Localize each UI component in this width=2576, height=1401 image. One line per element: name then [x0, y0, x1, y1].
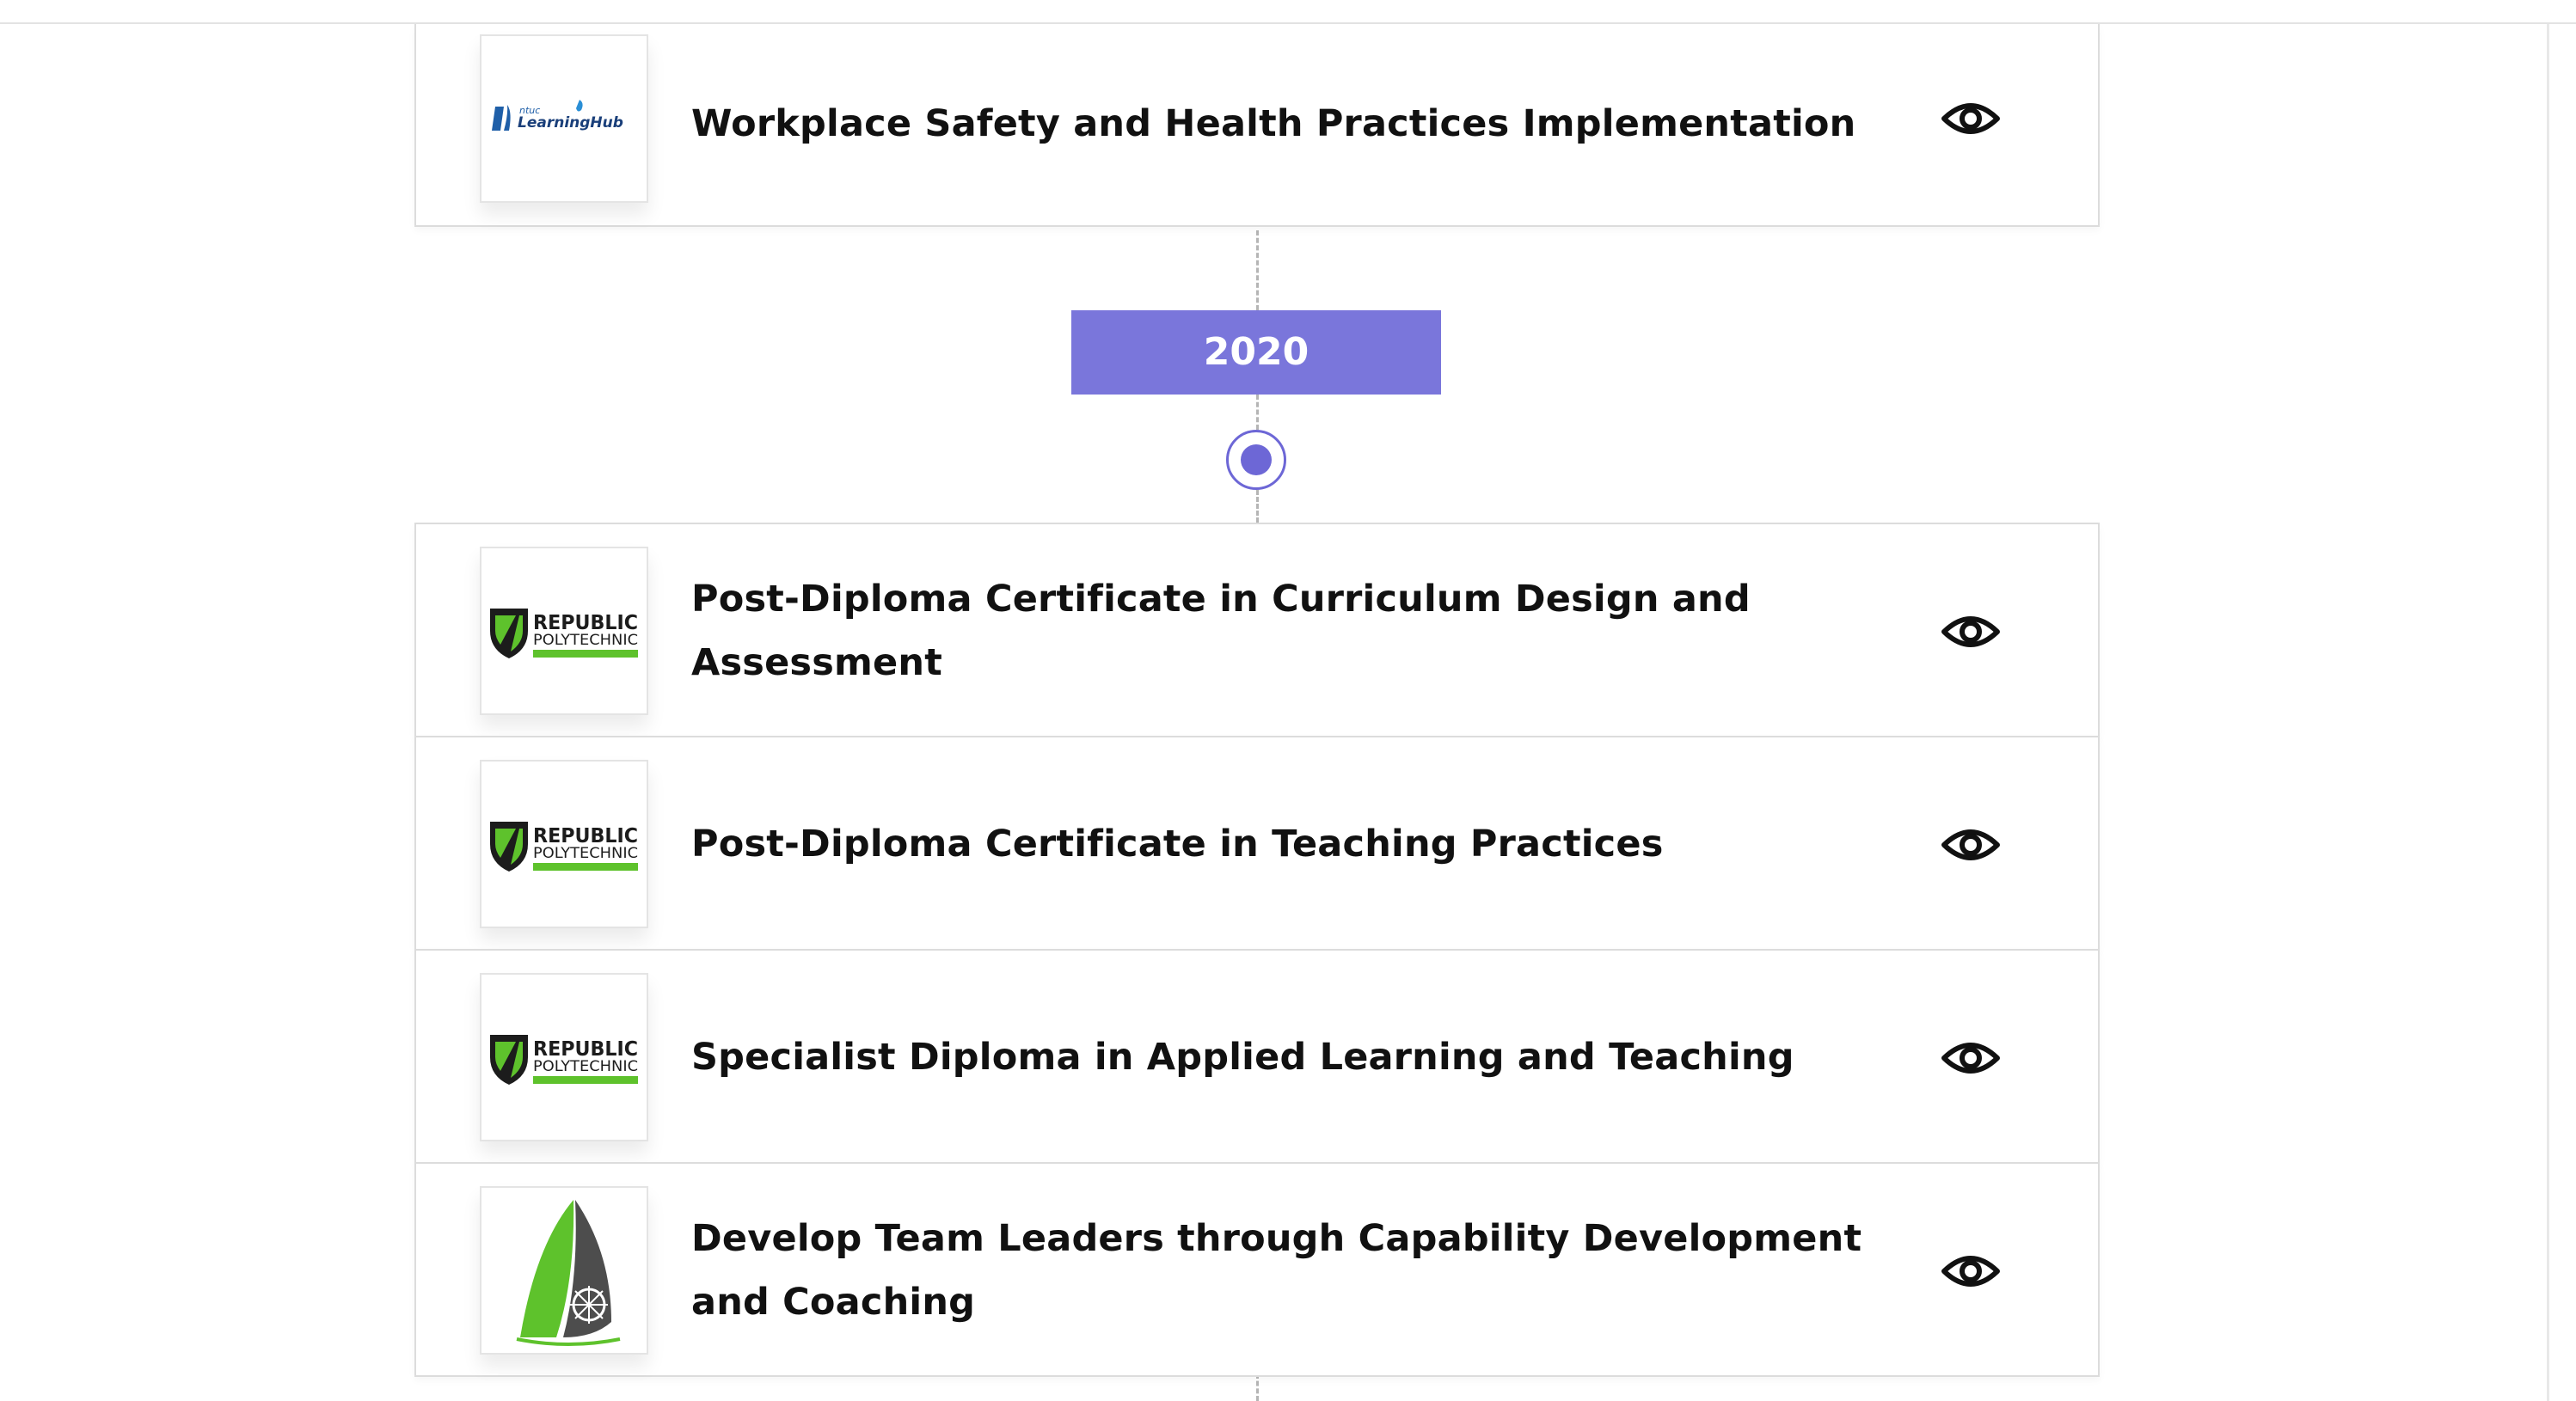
eye-icon	[1941, 829, 2000, 860]
timeline-connector	[1256, 490, 1259, 523]
course-card: REPUBLIC POLYTECHNIC Post-Diploma Certif…	[414, 736, 2100, 951]
svg-text:POLYTECHNIC: POLYTECHNIC	[533, 1058, 638, 1075]
view-course-button[interactable]	[1938, 609, 2003, 654]
eye-icon	[1941, 616, 2000, 647]
ntuc-learninghub-logo: ntuc LearningHub	[480, 34, 648, 203]
view-course-button[interactable]	[1938, 1036, 2003, 1080]
course-card: REPUBLIC POLYTECHNIC Specialist Diploma …	[414, 949, 2100, 1164]
eye-icon	[1941, 103, 2000, 134]
course-title: Post-Diploma Certificate in Teaching Pra…	[691, 823, 1664, 866]
timeline-marker-dot	[1241, 444, 1272, 475]
republic-polytechnic-logo: REPUBLIC POLYTECHNIC	[480, 973, 648, 1141]
timeline-connector	[1256, 395, 1259, 430]
eye-icon	[1941, 1043, 2000, 1074]
course-title: Post-Diploma Certificate in Curriculum D…	[691, 578, 1751, 684]
timeline-marker	[1226, 430, 1286, 490]
view-course-button[interactable]	[1938, 96, 2003, 141]
course-card: REPUBLIC POLYTECHNIC Post-Diploma Certif…	[414, 523, 2100, 737]
svg-text:POLYTECHNIC: POLYTECHNIC	[533, 845, 638, 862]
course-title: Specialist Diploma in Applied Learning a…	[691, 1036, 1794, 1079]
view-course-button[interactable]	[1938, 1249, 2003, 1294]
eye-icon	[1941, 1256, 2000, 1287]
course-title: Workplace Safety and Health Practices Im…	[691, 102, 1856, 145]
page-header-border	[0, 0, 2576, 24]
course-title: Develop Team Leaders through Capability …	[691, 1217, 1862, 1324]
page-right-divider	[2547, 24, 2549, 1401]
svg-text:POLYTECHNIC: POLYTECHNIC	[533, 632, 638, 649]
svg-text:LearningHub: LearningHub	[518, 114, 623, 132]
course-card: Develop Team Leaders through Capability …	[414, 1162, 2100, 1377]
year-badge: 2020	[1071, 310, 1441, 395]
course-card: ntuc LearningHub Workplace Safety and He…	[414, 24, 2100, 227]
sail-logo	[480, 1186, 648, 1355]
republic-polytechnic-logo: REPUBLIC POLYTECHNIC	[480, 547, 648, 715]
timeline-connector	[1256, 230, 1259, 310]
timeline-connector	[1256, 1373, 1259, 1401]
republic-polytechnic-logo: REPUBLIC POLYTECHNIC	[480, 760, 648, 928]
view-course-button[interactable]	[1938, 823, 2003, 867]
